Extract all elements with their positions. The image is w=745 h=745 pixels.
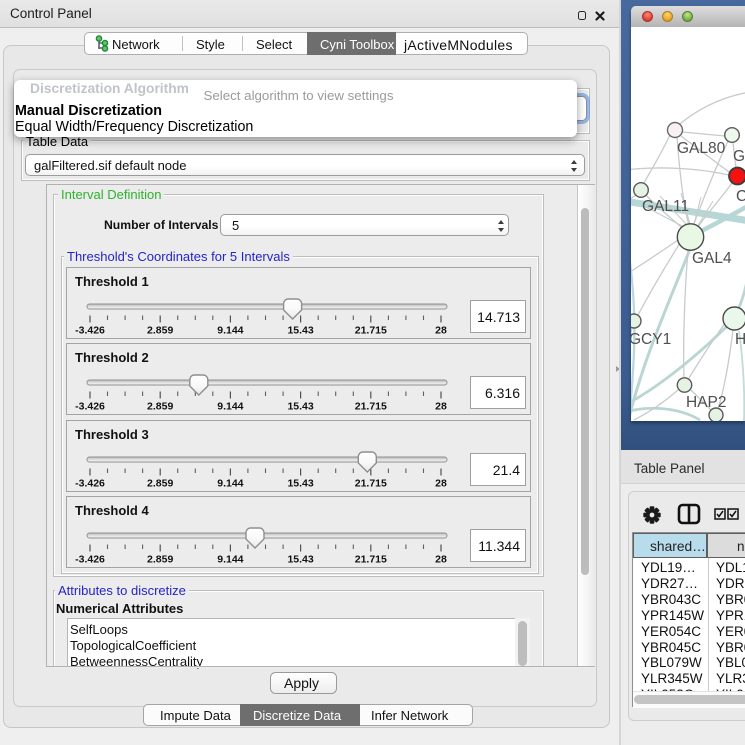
svg-text:15.43: 15.43: [287, 401, 313, 413]
svg-text:GAL11: GAL11: [642, 198, 689, 215]
svg-text:15.43: 15.43: [287, 478, 313, 490]
svg-text:9.144: 9.144: [217, 401, 243, 413]
svg-text:2.859: 2.859: [147, 478, 173, 490]
svg-text:9.144: 9.144: [217, 325, 243, 337]
svg-text:15.43: 15.43: [287, 325, 313, 337]
svg-text:21.715: 21.715: [355, 554, 387, 566]
svg-text:-3.426: -3.426: [75, 478, 105, 490]
svg-text:GCY1: GCY1: [631, 331, 671, 348]
svg-text:28: 28: [435, 478, 447, 490]
svg-text:-3.426: -3.426: [75, 401, 105, 413]
svg-text:15.43: 15.43: [287, 554, 313, 566]
svg-text:9.144: 9.144: [217, 478, 243, 490]
svg-text:28: 28: [435, 401, 447, 413]
svg-text:21.715: 21.715: [355, 325, 387, 337]
svg-text:2.859: 2.859: [147, 325, 173, 337]
svg-text:C: C: [736, 188, 745, 205]
svg-text:21.715: 21.715: [355, 401, 387, 413]
svg-text:HI: HI: [735, 331, 745, 348]
svg-text:GAL80: GAL80: [677, 140, 726, 157]
svg-text:28: 28: [435, 325, 447, 337]
svg-text:GAL4: GAL4: [692, 250, 732, 267]
svg-text:21.715: 21.715: [355, 478, 387, 490]
svg-text:GA: GA: [733, 148, 745, 165]
svg-text:HAP2: HAP2: [686, 394, 727, 411]
svg-text:-3.426: -3.426: [75, 554, 105, 566]
svg-text:9.144: 9.144: [217, 554, 243, 566]
svg-text:2.859: 2.859: [147, 401, 173, 413]
svg-text:28: 28: [435, 554, 447, 566]
svg-text:-3.426: -3.426: [75, 325, 105, 337]
svg-text:2.859: 2.859: [147, 554, 173, 566]
